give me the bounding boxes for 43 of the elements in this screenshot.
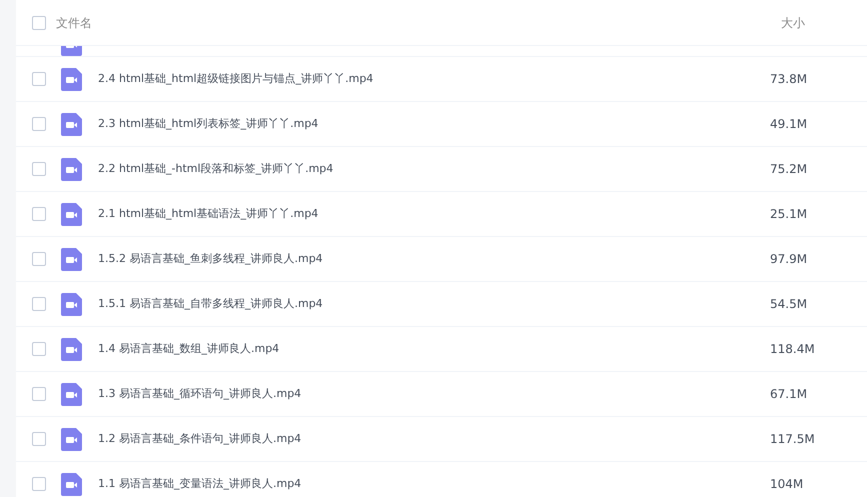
file-name[interactable]: 2.2 html基础_-html段落和标签_讲师丫丫.mp4 xyxy=(98,160,770,178)
select-all-checkbox[interactable] xyxy=(32,16,46,30)
video-file-icon xyxy=(61,248,82,270)
row-checkbox[interactable] xyxy=(32,252,46,266)
row-checkbox[interactable] xyxy=(32,162,46,176)
video-file-icon xyxy=(61,428,82,450)
video-file-icon xyxy=(61,158,82,180)
file-name[interactable]: 2.3 html基础_html列表标签_讲师丫丫.mp4 xyxy=(98,116,770,132)
video-file-icon xyxy=(61,68,82,90)
video-file-icon xyxy=(61,202,82,226)
row-checkbox[interactable] xyxy=(32,117,46,131)
row-checkbox[interactable] xyxy=(32,387,46,401)
file-size: 54.5M xyxy=(770,296,808,313)
file-name[interactable]: 1.5.1 易语言基础_自带多线程_讲师良人.mp4 xyxy=(98,296,770,312)
video-file-icon xyxy=(61,292,82,316)
file-name[interactable]: 2.1 html基础_html基础语法_讲师丫丫.mp4 xyxy=(98,206,770,222)
column-header[interactable]: 大小 xyxy=(781,14,867,32)
video-file-icon xyxy=(61,382,82,406)
file-name[interactable]: 1.5.2 易语言基础_鱼刺多线程_讲师良人.mp4 xyxy=(98,250,770,268)
file-size: 73.8M xyxy=(770,71,808,88)
video-file-icon xyxy=(61,472,82,496)
video-file-icon xyxy=(61,338,82,360)
file-size: 67.1M xyxy=(770,386,808,403)
row-checkbox[interactable] xyxy=(32,432,46,446)
file-size: 75.2M xyxy=(770,161,808,178)
file-name[interactable]: 1.1 易语言基础_变量语法_讲师良人.mp4 xyxy=(98,476,770,492)
row-checkbox[interactable] xyxy=(32,72,46,86)
file-name[interactable]: 1.3 易语言基础_循环语句_讲师良人.mp4 xyxy=(98,386,770,402)
file-size: 117.5M xyxy=(770,431,816,448)
column-header[interactable]: 文件名 xyxy=(56,14,781,32)
file-size: 49.1M xyxy=(770,116,808,133)
file-name[interactable]: 1.4 易语言基础_数组_讲师良人.mp4 xyxy=(98,340,770,358)
file-size: 118.4M xyxy=(770,341,816,358)
row-checkbox[interactable] xyxy=(32,207,46,221)
row-checkbox[interactable] xyxy=(32,342,46,356)
file-size: 97.9M xyxy=(770,251,808,268)
row-checkbox[interactable] xyxy=(32,477,46,491)
row-checkbox[interactable] xyxy=(32,297,46,311)
file-size: 104M xyxy=(770,476,804,493)
file-size: 25.1M xyxy=(770,206,808,223)
file-name[interactable]: 2.4 html基础_html超级链接图片与锚点_讲师丫丫.mp4 xyxy=(98,70,770,88)
video-file-icon xyxy=(61,112,82,136)
file-name[interactable]: 1.2 易语言基础_条件语句_讲师良人.mp4 xyxy=(98,430,770,448)
